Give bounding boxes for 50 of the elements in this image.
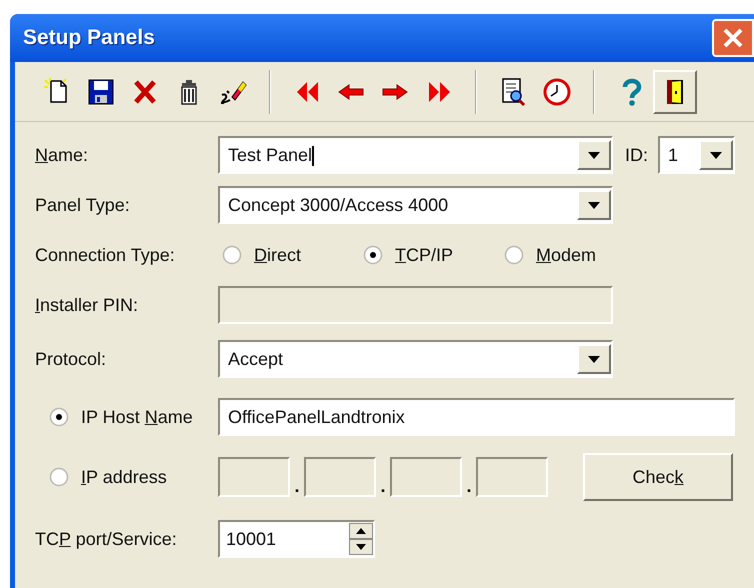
- radio-button[interactable]: [222, 245, 242, 265]
- dot-separator: .: [379, 475, 386, 498]
- clock-icon: [542, 76, 572, 106]
- radio-label: TCP/IP: [395, 244, 454, 266]
- field-label: ID:: [625, 144, 650, 166]
- spinner-arrows-icon[interactable]: [349, 523, 373, 555]
- name-combo-box[interactable]: Test Panel: [218, 136, 613, 174]
- field-value: Accept: [227, 348, 284, 371]
- radio-button[interactable]: [363, 245, 383, 265]
- host-name-field[interactable]: OfficePanelLandtronix: [218, 398, 735, 436]
- field-value: Test Panel: [227, 144, 316, 168]
- close-icon: [721, 26, 745, 50]
- panel-type-combo-box[interactable]: Concept 3000/Access 4000: [218, 186, 613, 224]
- door-button[interactable]: [653, 70, 697, 114]
- check-button[interactable]: Check: [583, 453, 733, 501]
- field-label: Panel Type:: [35, 194, 131, 217]
- port-spin-box[interactable]: 10001: [218, 520, 375, 558]
- dropdown-button[interactable]: [577, 190, 611, 220]
- dropdown-arrow-icon: [588, 356, 600, 362]
- radio-label: IP Host Name: [81, 406, 193, 428]
- window-title: Setup Panels: [23, 25, 155, 52]
- field-label: Protocol:: [35, 348, 108, 370]
- ip-octet-field[interactable]: [218, 457, 290, 497]
- ip-octet-field[interactable]: [476, 457, 548, 497]
- dot-separator: .: [293, 475, 300, 498]
- field-value: 1: [667, 144, 680, 166]
- dropdown-arrow-icon: [588, 152, 600, 158]
- radio-label: Modem: [536, 244, 596, 266]
- dropdown-button[interactable]: [577, 344, 611, 374]
- dropdown-arrow-icon: [588, 202, 600, 208]
- radio-button[interactable]: [49, 467, 69, 487]
- ip-octet-field[interactable]: [304, 457, 376, 497]
- dot-separator: .: [465, 475, 472, 498]
- close-button[interactable]: [712, 19, 754, 57]
- field-label: Connection Type:: [35, 244, 176, 267]
- field-value: Concept 3000/Access 4000: [227, 194, 450, 217]
- field-value: 10001: [225, 528, 278, 550]
- field-label: Installer PIN:: [35, 294, 140, 316]
- radio-label: IP address: [81, 466, 167, 488]
- field-label: Name:: [35, 144, 90, 166]
- radio-button[interactable]: [504, 245, 524, 265]
- dropdown-button[interactable]: [577, 140, 611, 170]
- dropdown-arrow-icon: [710, 152, 722, 158]
- id-combo-box[interactable]: 1: [658, 136, 735, 174]
- ip-octet-field[interactable]: [390, 457, 462, 497]
- radio-button[interactable]: [49, 407, 69, 427]
- radio-label: Direct: [254, 244, 302, 266]
- dropdown-button[interactable]: [699, 140, 733, 170]
- protocol-combo-box[interactable]: Accept: [218, 340, 613, 378]
- field-label: TCP port/Service:: [35, 528, 178, 551]
